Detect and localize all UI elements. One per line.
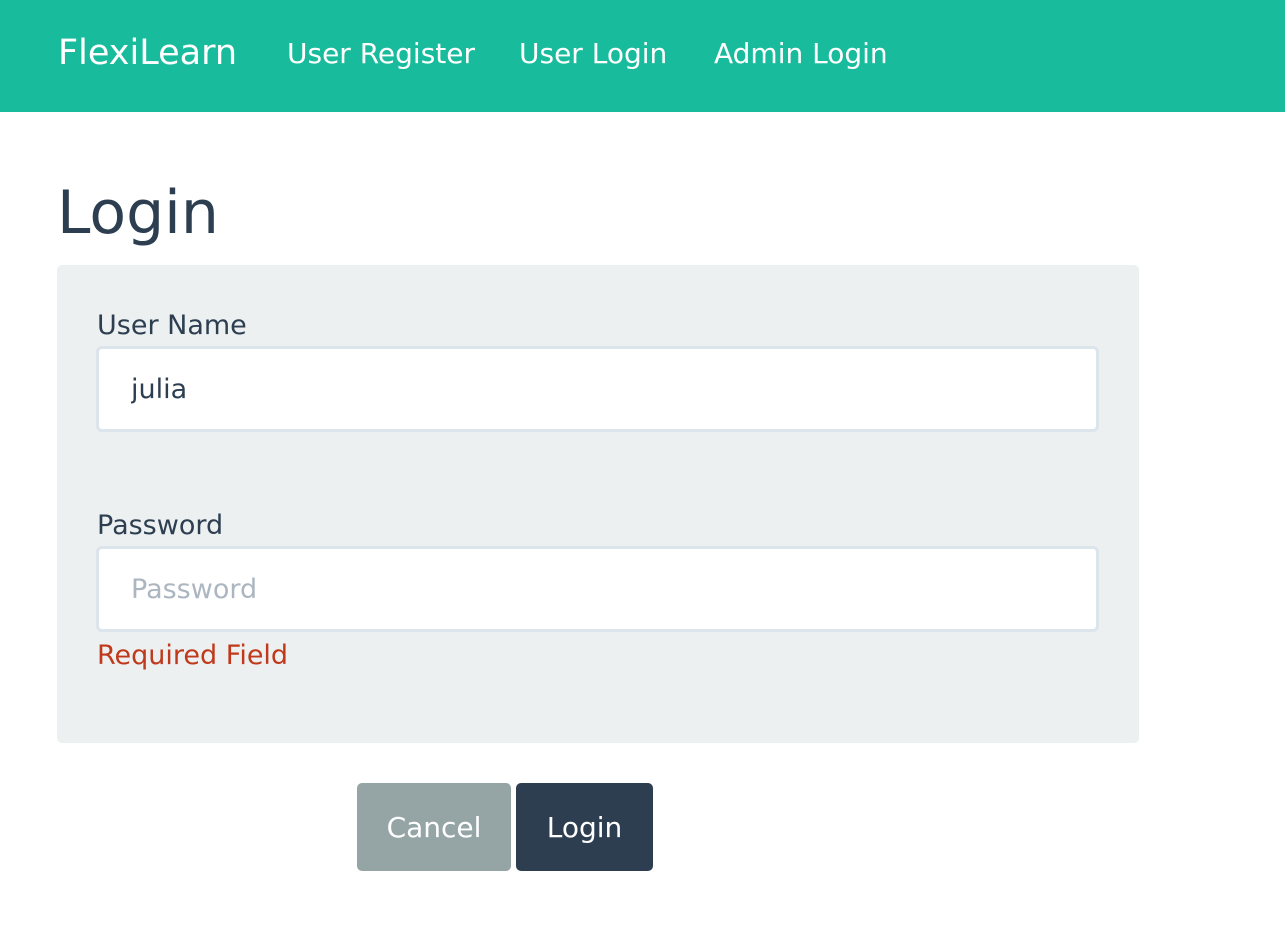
password-label: Password — [97, 510, 224, 541]
brand-link[interactable]: FlexiLearn — [58, 30, 237, 76]
username-label: User Name — [97, 310, 247, 341]
nav-link-user-register[interactable]: User Register — [287, 34, 475, 74]
nav-link-admin-login[interactable]: Admin Login — [714, 34, 888, 74]
password-error-message: Required Field — [97, 640, 289, 671]
page-title: Login — [57, 178, 219, 248]
cancel-button[interactable]: Cancel — [357, 783, 511, 871]
login-button[interactable]: Login — [516, 783, 653, 871]
username-input[interactable] — [96, 346, 1099, 432]
nav-link-user-login[interactable]: User Login — [519, 34, 667, 74]
login-form-panel: User Name Password Required Field — [57, 265, 1139, 743]
navbar: FlexiLearn User Register User Login Admi… — [0, 0, 1285, 112]
password-input[interactable] — [96, 546, 1099, 632]
